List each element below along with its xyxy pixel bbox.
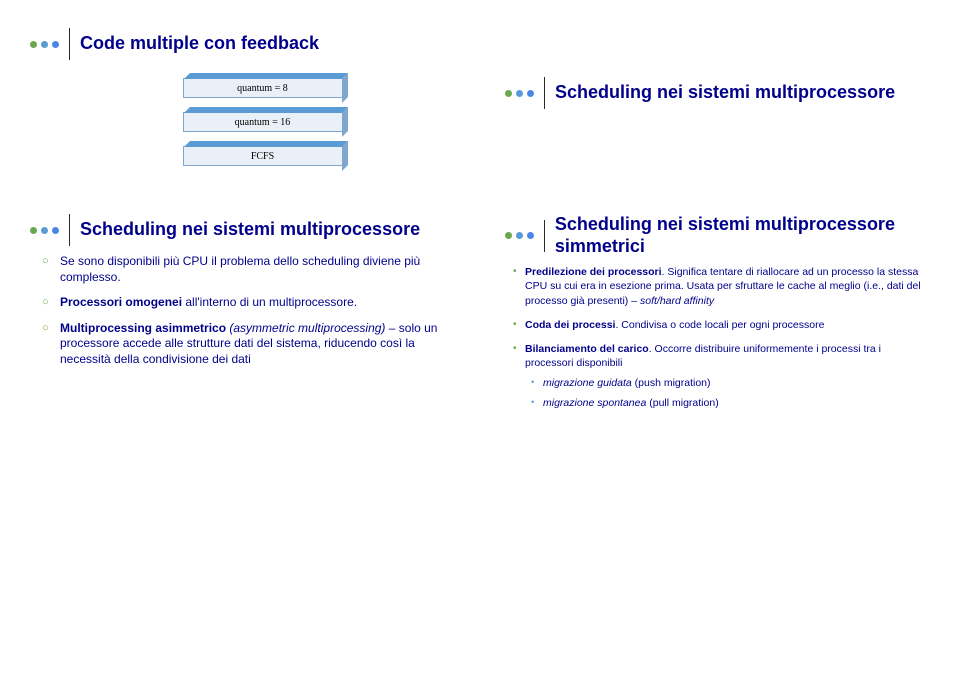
- title-row: Scheduling nei sistemi multiprocessore: [505, 77, 895, 109]
- slide-body: Predilezione dei processori. Significa t…: [505, 265, 930, 410]
- slide-body: Se sono disponibili più CPU il problema …: [30, 254, 455, 368]
- title-row: Scheduling nei sistemi multiprocessore: [30, 214, 455, 246]
- sub-bullet: migrazione spontanea (pull migration): [543, 396, 930, 410]
- slide-title: Scheduling nei sistemi multiprocessore: [80, 219, 420, 241]
- bullet-item: Coda dei processi. Condivisa o code loca…: [525, 318, 930, 332]
- queue-box-2: quantum = 16: [183, 112, 343, 132]
- slide-title: Scheduling nei sistemi multiprocessore s…: [555, 214, 930, 257]
- title-row: Scheduling nei sistemi multiprocessore s…: [505, 214, 930, 257]
- italic-text: migrazione spontanea: [543, 397, 646, 409]
- bullet-dots-icon: [30, 41, 59, 48]
- queue-diagram: quantum = 8 quantum = 16 FCFS: [30, 68, 455, 166]
- bullet-dots-icon: [505, 90, 534, 97]
- bullet-text: (pull migration): [646, 397, 718, 409]
- slide-title: Scheduling nei sistemi multiprocessore: [555, 82, 895, 104]
- slide-bottom-left: Scheduling nei sistemi multiprocessore S…: [20, 206, 465, 431]
- term: Multiprocessing asimmetrico: [60, 321, 229, 335]
- slide-grid: Code multiple con feedback quantum = 8 q…: [20, 20, 940, 431]
- queue-box-1: quantum = 8: [183, 78, 343, 98]
- divider-icon: [69, 28, 70, 60]
- bullet-text: Se sono disponibili più CPU il problema …: [60, 254, 420, 284]
- slide-title: Code multiple con feedback: [80, 33, 319, 55]
- term: Predilezione dei processori: [525, 266, 662, 278]
- queue-box-3: FCFS: [183, 146, 343, 166]
- term: Bilanciamento del carico: [525, 343, 649, 355]
- bullet-dots-icon: [30, 227, 59, 234]
- bullet-item: Bilanciamento del carico. Occorre distri…: [525, 342, 930, 411]
- term: Coda dei processi: [525, 319, 615, 331]
- bullet-item: Se sono disponibili più CPU il problema …: [60, 254, 455, 285]
- bullet-dots-icon: [505, 232, 534, 239]
- divider-icon: [544, 220, 545, 252]
- term: Processori omogenei: [60, 295, 182, 309]
- bullet-item: Processori omogenei all'interno di un mu…: [60, 295, 455, 311]
- divider-icon: [544, 77, 545, 109]
- slide-bottom-right: Scheduling nei sistemi multiprocessore s…: [495, 206, 940, 431]
- bullet-item: Multiprocessing asimmetrico (asymmetric …: [60, 321, 455, 368]
- bullet-text: all'interno di un multiprocessore.: [182, 295, 357, 309]
- slide-top-left: Code multiple con feedback quantum = 8 q…: [20, 20, 465, 176]
- slide-top-right: Scheduling nei sistemi multiprocessore: [495, 20, 940, 176]
- italic-text: soft/hard affinity: [640, 295, 714, 307]
- bullet-text: (push migration): [632, 377, 711, 389]
- bullet-text: . Condivisa o code locali per ogni proce…: [615, 319, 824, 331]
- bullet-item: Predilezione dei processori. Significa t…: [525, 265, 930, 308]
- italic-text: migrazione guidata: [543, 377, 632, 389]
- italic-text: (asymmetric multiprocessing): [229, 321, 385, 335]
- divider-icon: [69, 214, 70, 246]
- title-row: Code multiple con feedback: [30, 28, 455, 60]
- sub-bullet: migrazione guidata (push migration): [543, 376, 930, 390]
